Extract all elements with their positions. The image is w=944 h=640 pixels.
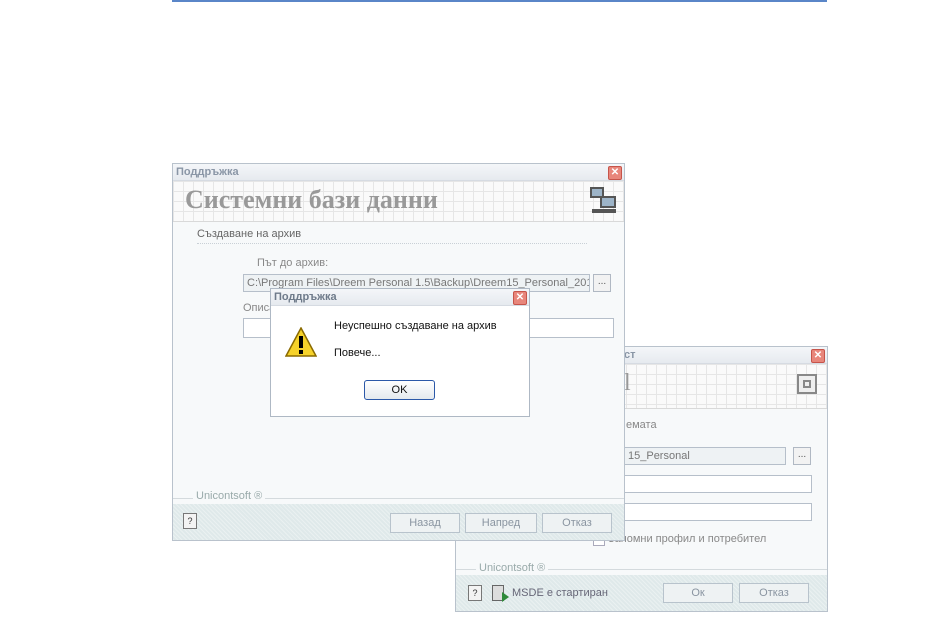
password-field[interactable]	[624, 503, 812, 521]
dialog-titlebar: Поддръжка ✕	[271, 289, 529, 306]
help-icon[interactable]: ?	[468, 585, 482, 601]
page-title: Системни бази данни	[185, 185, 438, 214]
back-footer-brand: Unicontsoft ®	[476, 562, 549, 574]
support-window-header: Системни бази данни	[173, 181, 624, 222]
cancel-button[interactable]: Отказ	[739, 583, 809, 603]
dialog-close-button[interactable]: ✕	[513, 291, 527, 305]
back-browse-button[interactable]: ...	[793, 447, 811, 465]
back-button[interactable]: Назад	[390, 513, 460, 533]
support-footer-brand: Unicontsoft ®	[193, 490, 266, 502]
warning-icon	[284, 326, 318, 357]
remember-label: Запомни профил и потребител	[608, 533, 767, 545]
path-label: Път до архив:	[257, 257, 329, 269]
back-window-big-title: l	[624, 370, 631, 396]
ok-button[interactable]: Ок	[663, 583, 733, 603]
more-link[interactable]: Повече...	[334, 347, 381, 359]
back-window-close-button[interactable]: ✕	[811, 349, 825, 363]
help-icon[interactable]: ?	[183, 513, 197, 529]
error-dialog: Поддръжка ✕ Неуспешно създаване на архив…	[270, 288, 530, 417]
back-window-title: ст	[624, 349, 636, 361]
computers-network-icon	[588, 187, 618, 215]
dialog-message: Неуспешно създаване на архив	[334, 320, 497, 332]
cancel-button[interactable]: Отказ	[542, 513, 612, 533]
user-field[interactable]	[624, 475, 812, 493]
profile-path-field[interactable]: 15_Personal	[624, 447, 786, 465]
section-label: Създаване на архив	[197, 228, 302, 240]
support-window-footer: ? Назад Напред Отказ	[173, 504, 624, 540]
db-window-icon	[797, 374, 817, 394]
next-button[interactable]: Напред	[465, 513, 537, 533]
support-window-titlebar: Поддръжка ✕	[173, 164, 624, 181]
browse-button[interactable]: ...	[593, 274, 611, 292]
status-text: MSDE е стартиран	[512, 587, 608, 599]
dialog-title: Поддръжка	[274, 291, 337, 303]
back-window-footer: ? MSDE е стартиран Ок Отказ	[456, 575, 827, 611]
dialog-ok-button[interactable]: OK	[364, 380, 435, 400]
support-window-title: Поддръжка	[176, 166, 239, 178]
section-divider	[197, 243, 587, 244]
support-close-button[interactable]: ✕	[608, 166, 622, 180]
top-accent-line	[172, 0, 827, 2]
server-status-icon	[492, 585, 509, 602]
scheme-label: емата	[626, 419, 657, 431]
